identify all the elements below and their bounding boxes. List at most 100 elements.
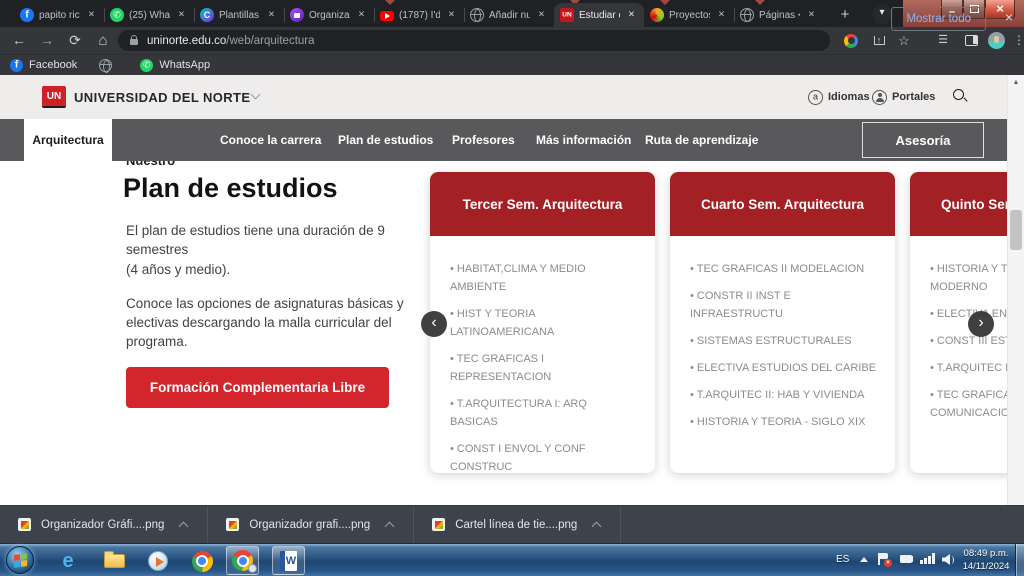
tab-search-icon[interactable] bbox=[872, 4, 892, 24]
whatsapp-icon bbox=[110, 8, 124, 22]
page-url: uninorte.edu.co/web/arquitectura bbox=[147, 35, 315, 47]
image-file-icon bbox=[432, 518, 445, 531]
profile-avatar[interactable] bbox=[985, 27, 1007, 54]
chevron-up-icon[interactable] bbox=[385, 521, 395, 531]
downloads-close-icon[interactable] bbox=[1005, 9, 1013, 25]
tab-close-icon[interactable] bbox=[445, 9, 458, 22]
course-item: HABITAT,CLIMA Y MEDIO AMBIENTE bbox=[450, 260, 637, 296]
lock-icon[interactable] bbox=[130, 39, 138, 45]
action-center-flag-icon[interactable] bbox=[878, 553, 889, 566]
word-task[interactable] bbox=[272, 546, 305, 575]
nav-link[interactable]: Profesores bbox=[452, 119, 515, 161]
browser-tab[interactable]: (25) WhatsA bbox=[104, 3, 194, 27]
reading-list-icon[interactable] bbox=[932, 27, 954, 54]
bookmark-item[interactable]: Facebook bbox=[10, 59, 77, 72]
browser-tab[interactable]: Plantillas bbox=[194, 3, 284, 27]
genially-icon bbox=[650, 8, 664, 22]
reload-icon[interactable] bbox=[62, 27, 88, 54]
page-scrollbar[interactable] bbox=[1007, 75, 1024, 505]
person-icon bbox=[872, 90, 887, 105]
chevron-down-icon bbox=[251, 90, 261, 100]
browser-tab[interactable]: (1787) I'd R bbox=[374, 3, 464, 27]
download-item[interactable]: Cartel línea de tie....png bbox=[414, 506, 621, 543]
chevron-up-icon[interactable] bbox=[592, 521, 602, 531]
tab-close-icon[interactable] bbox=[535, 9, 548, 22]
tab-close-icon[interactable] bbox=[805, 9, 818, 22]
language-indicator[interactable]: ES bbox=[836, 554, 849, 565]
chevron-up-icon[interactable] bbox=[179, 521, 189, 531]
tab-close-icon[interactable] bbox=[355, 9, 368, 22]
new-tab-button[interactable] bbox=[834, 4, 856, 26]
scrollbar-thumb[interactable] bbox=[1010, 210, 1022, 250]
start-button[interactable] bbox=[6, 546, 34, 574]
volume-icon[interactable] bbox=[942, 554, 954, 565]
show-desktop-button[interactable] bbox=[1015, 544, 1024, 576]
chrome-active-task[interactable] bbox=[226, 546, 259, 575]
tab-close-icon[interactable] bbox=[715, 9, 728, 22]
course-item: TEC GRAFICAS II MODELACION bbox=[690, 260, 877, 278]
tab-close-icon[interactable] bbox=[265, 9, 278, 22]
forward-icon[interactable] bbox=[34, 27, 60, 54]
show-all-downloads-button[interactable]: Mostrar todo bbox=[891, 7, 986, 31]
address-bar[interactable]: uninorte.edu.co/web/arquitectura bbox=[118, 30, 830, 51]
nav-tab-arquitectura[interactable]: Arquitectura bbox=[24, 119, 112, 161]
media-player-icon[interactable] bbox=[146, 549, 170, 573]
clock[interactable]: 08:49 p.m. 14/11/2024 bbox=[958, 547, 1014, 573]
asesoria-button[interactable]: Asesoría bbox=[862, 122, 984, 158]
idiomas-menu[interactable]: Idiomas bbox=[808, 75, 870, 119]
nav-link[interactable]: Conoce la carrera bbox=[220, 119, 321, 161]
bookmark-star-icon[interactable] bbox=[893, 27, 915, 54]
tab-close-icon[interactable] bbox=[175, 9, 188, 22]
nav-link[interactable]: Más información bbox=[536, 119, 631, 161]
home-icon[interactable] bbox=[90, 27, 116, 54]
google-icon[interactable] bbox=[840, 27, 862, 54]
uninorte-logo[interactable]: UN bbox=[42, 86, 66, 108]
windows-flag-icon bbox=[14, 553, 27, 568]
browser-tab[interactable]: Páginas < P bbox=[734, 3, 824, 27]
browser-tab[interactable]: papito rico bbox=[14, 3, 104, 27]
tab-title: Organizado bbox=[309, 10, 350, 21]
badge-icon bbox=[248, 564, 257, 573]
internet-explorer-icon[interactable] bbox=[56, 549, 80, 573]
browser-tabstrip: papito rico (25) WhatsA Plantillas bbox=[0, 0, 1024, 27]
nav-link[interactable]: Ruta de aprendizaje bbox=[645, 119, 758, 161]
network-signal-icon[interactable] bbox=[920, 553, 935, 564]
portales-menu[interactable]: Portales bbox=[872, 75, 935, 119]
scroll-up-icon[interactable] bbox=[1008, 79, 1024, 86]
share-icon[interactable] bbox=[868, 27, 890, 54]
back-icon[interactable] bbox=[6, 27, 32, 54]
bookmark-item[interactable]: WhatsApp bbox=[140, 59, 210, 72]
site-brand[interactable]: UNIVERSIDAD DEL NORTE bbox=[74, 90, 250, 105]
download-item[interactable]: Organizador Gráfi....png bbox=[0, 506, 208, 543]
file-explorer-icon[interactable] bbox=[102, 549, 126, 573]
carousel-prev-icon[interactable] bbox=[421, 311, 447, 337]
download-item[interactable]: Organizador grafi....png bbox=[208, 506, 414, 543]
browser-tab[interactable]: Proyectos – bbox=[644, 3, 734, 27]
bookmark-item[interactable] bbox=[99, 59, 118, 72]
chrome-icon[interactable] bbox=[190, 549, 214, 573]
side-panel-icon[interactable] bbox=[960, 27, 982, 54]
nav-link[interactable]: Plan de estudios bbox=[338, 119, 433, 161]
canva-icon bbox=[200, 8, 214, 22]
course-item: T.ARQUITEC II: HAB Y VIVIENDA bbox=[690, 386, 877, 404]
battery-icon[interactable] bbox=[900, 555, 912, 563]
hero-paragraph: Conoce las opciones de asignaturas básic… bbox=[126, 294, 424, 351]
browser-tab[interactable]: Añadir nue bbox=[464, 3, 554, 27]
site-header: UN UNIVERSIDAD DEL NORTE Idiomas Portale… bbox=[0, 75, 1024, 119]
tab-title: Páginas < P bbox=[759, 10, 800, 21]
screen: papito rico (25) WhatsA Plantillas bbox=[0, 0, 1024, 576]
hidden-icons-chevron[interactable] bbox=[860, 557, 868, 562]
browser-tab[interactable]: Estudiar ca bbox=[554, 3, 644, 27]
clock-time: 08:49 p.m. bbox=[958, 547, 1014, 560]
tab-close-icon[interactable] bbox=[85, 9, 98, 22]
formacion-complementaria-button[interactable]: Formación Complementaria Libre bbox=[126, 367, 389, 408]
tab-close-icon[interactable] bbox=[625, 9, 638, 22]
browser-tab[interactable]: Organizado bbox=[284, 3, 374, 27]
bookmark-label: Facebook bbox=[29, 59, 77, 71]
menu-dots-icon[interactable] bbox=[1008, 27, 1024, 54]
download-filename: Organizador grafi....png bbox=[249, 519, 370, 531]
search-icon[interactable] bbox=[953, 89, 969, 105]
carousel-next-icon[interactable] bbox=[968, 311, 994, 337]
course-item: CONST I ENVOL Y CONF CONSTRUC bbox=[450, 440, 637, 476]
whatsapp-icon bbox=[140, 59, 153, 72]
